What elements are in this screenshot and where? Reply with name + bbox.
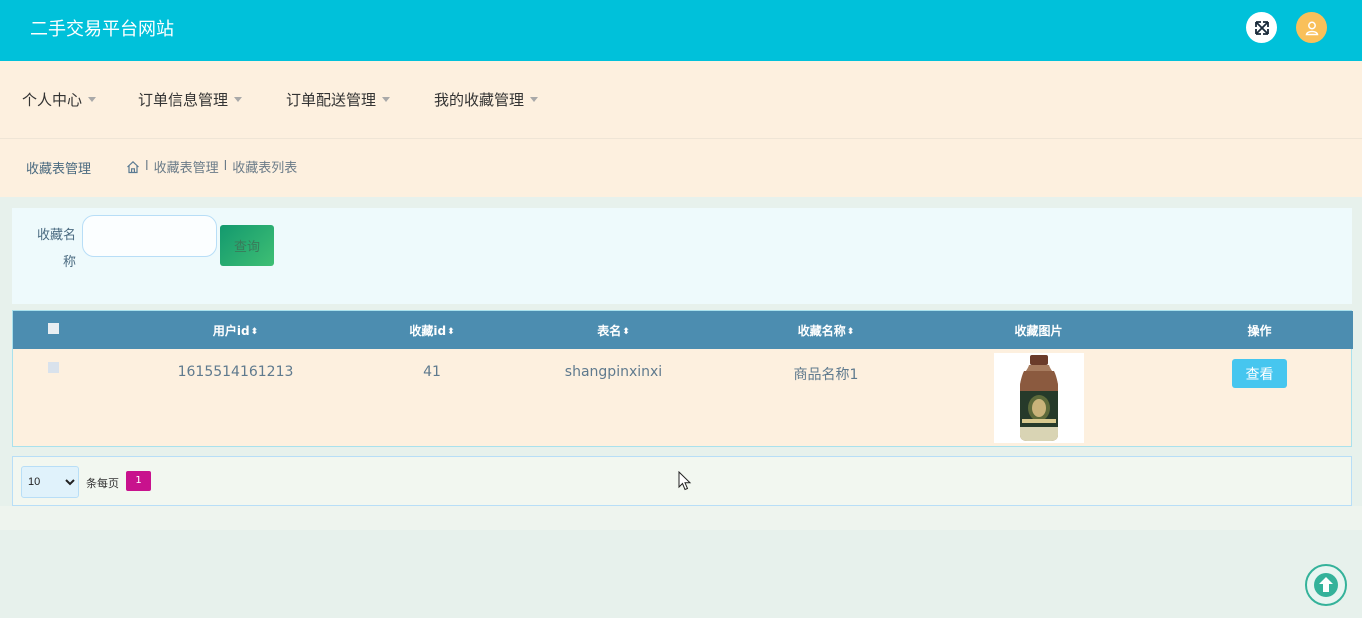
view-button[interactable]: 查看 bbox=[1232, 359, 1287, 388]
site-title: 二手交易平台网站 bbox=[30, 19, 174, 40]
search-label-line: 称 bbox=[62, 255, 76, 270]
cell-fav-id: 41 bbox=[378, 349, 486, 447]
column-header-table-name[interactable]: 表名⬍ bbox=[486, 311, 741, 349]
column-label: 操作 bbox=[1247, 323, 1272, 338]
cell-fav-name: 商品名称1 bbox=[741, 349, 911, 447]
breadcrumb-separator: l bbox=[145, 159, 149, 174]
row-select-cell[interactable] bbox=[13, 349, 93, 447]
column-header-fav-image: 收藏图片 bbox=[911, 311, 1166, 349]
sort-icon: ⬍ bbox=[622, 326, 630, 337]
page-title: 收藏表管理 bbox=[26, 162, 92, 177]
milk-tea-bottle-image bbox=[993, 353, 1084, 443]
nav-item-order-info[interactable]: 订单信息管理 bbox=[138, 90, 243, 110]
main-nav: 个人中心 订单信息管理 订单配送管理 我的收藏管理 bbox=[0, 61, 1362, 139]
breadcrumb-bar: 收藏表管理 l 收藏表管理 l 收藏表列表 bbox=[0, 139, 1362, 197]
caret-down-icon bbox=[382, 97, 391, 102]
user-avatar-button[interactable] bbox=[1296, 12, 1327, 43]
product-image bbox=[993, 353, 1084, 443]
column-header-user-id[interactable]: 用户id⬍ bbox=[93, 311, 378, 349]
cell-actions: 查看 bbox=[1166, 349, 1353, 447]
caret-down-icon bbox=[88, 97, 97, 102]
search-panel: 收藏名 称 查询 bbox=[12, 208, 1352, 304]
per-page-label: 条每页 bbox=[86, 477, 119, 490]
favorites-table: 用户id⬍ 收藏id⬍ 表名⬍ 收藏名称⬍ 收藏图片 操作 1615514161… bbox=[12, 310, 1353, 447]
sort-icon: ⬍ bbox=[846, 326, 855, 337]
fullscreen-button[interactable] bbox=[1246, 12, 1277, 43]
nav-item-label: 个人中心 bbox=[22, 91, 83, 109]
column-label: 收藏图片 bbox=[1014, 323, 1063, 338]
column-label: 表名 bbox=[597, 323, 622, 338]
content-pane-bottom bbox=[0, 506, 1362, 530]
nav-item-order-delivery[interactable]: 订单配送管理 bbox=[286, 90, 391, 110]
breadcrumb: l 收藏表管理 l 收藏表列表 bbox=[126, 157, 297, 176]
column-label: 收藏id bbox=[409, 323, 447, 338]
column-label: 收藏名称 bbox=[797, 323, 846, 338]
page-size-select[interactable]: 10 bbox=[21, 466, 79, 498]
fullscreen-icon bbox=[1254, 20, 1269, 35]
home-icon[interactable] bbox=[126, 160, 140, 174]
search-button[interactable]: 查询 bbox=[220, 225, 274, 266]
breadcrumb-item: 收藏表列表 bbox=[232, 161, 298, 176]
sort-icon: ⬍ bbox=[250, 326, 259, 337]
search-label: 收藏名 称 bbox=[26, 224, 76, 278]
search-label-line: 收藏名 bbox=[36, 228, 76, 243]
nav-item-label: 订单配送管理 bbox=[286, 91, 377, 109]
column-header-fav-name[interactable]: 收藏名称⬍ bbox=[741, 311, 911, 349]
favorite-name-input[interactable] bbox=[82, 215, 217, 257]
cell-text: 1615514161213 bbox=[177, 364, 294, 380]
table-header-row: 用户id⬍ 收藏id⬍ 表名⬍ 收藏名称⬍ 收藏图片 操作 bbox=[13, 311, 1353, 349]
cell-text: shangpinxinxi bbox=[564, 364, 663, 380]
cell-text: 商品名称1 bbox=[793, 367, 859, 383]
breadcrumb-separator: l bbox=[223, 159, 228, 174]
select-all-checkbox[interactable] bbox=[47, 323, 59, 334]
nav-item-personal-center[interactable]: 个人中心 bbox=[22, 90, 97, 110]
cell-user-id: 1615514161213 bbox=[93, 349, 378, 447]
select-all-header[interactable] bbox=[13, 311, 93, 349]
arrow-up-icon bbox=[1314, 573, 1338, 597]
page-number-1[interactable]: 1 bbox=[126, 471, 151, 491]
breadcrumb-item[interactable]: 收藏表管理 bbox=[154, 157, 219, 176]
top-bar: 二手交易平台网站 bbox=[0, 0, 1362, 61]
cell-table-name: shangpinxinxi bbox=[486, 349, 741, 447]
back-to-top-button[interactable] bbox=[1305, 564, 1347, 606]
nav-item-label: 订单信息管理 bbox=[138, 91, 229, 109]
nav-item-label: 我的收藏管理 bbox=[434, 91, 525, 109]
column-label: 用户id bbox=[212, 323, 250, 338]
mouse-cursor-icon bbox=[678, 471, 692, 491]
column-header-fav-id[interactable]: 收藏id⬍ bbox=[378, 311, 486, 349]
row-checkbox[interactable] bbox=[47, 362, 59, 373]
caret-down-icon bbox=[234, 97, 243, 102]
caret-down-icon bbox=[530, 97, 539, 102]
cell-fav-image bbox=[911, 349, 1166, 447]
sort-icon: ⬍ bbox=[447, 326, 455, 337]
column-header-actions: 操作 bbox=[1166, 311, 1353, 349]
nav-item-my-favorites[interactable]: 我的收藏管理 bbox=[434, 90, 539, 110]
table-row: 1615514161213 41 shangpinxinxi 商品名称1 查看 bbox=[13, 349, 1353, 447]
user-icon bbox=[1305, 21, 1318, 35]
cell-text: 41 bbox=[423, 364, 441, 380]
